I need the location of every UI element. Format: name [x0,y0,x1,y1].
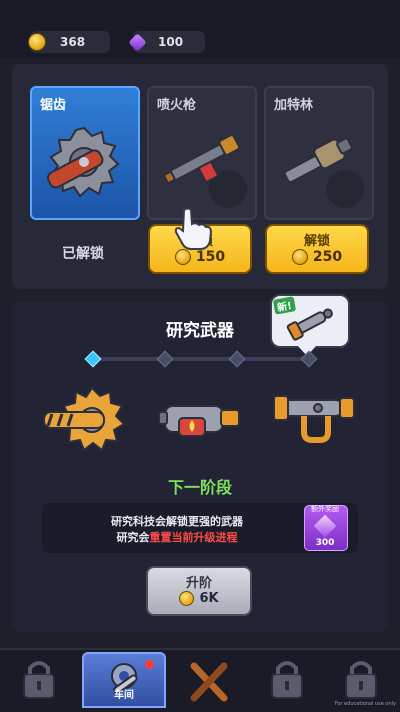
pointer-hand-icon [174,207,212,250]
coin-icon [28,33,46,51]
weapon-card-gatling[interactable]: 加特林 [264,86,374,220]
nav-tab-battle[interactable] [174,652,244,708]
unlocked-status: 已解锁 [62,246,104,262]
coin-counter: 368 [28,31,110,53]
research-info-line2: 研究会重置当前升级进程 [42,529,312,545]
gem-value: 100 [158,35,184,49]
coin-icon [174,249,191,265]
nav-tab-locked-1[interactable] [4,652,74,708]
nav-tab-workshop[interactable]: 车间 [82,652,166,708]
unlock-gatling-button[interactable]: 解锁 250 [265,224,369,274]
nav-label: 车间 [114,690,134,701]
bonus-label: 额外奖励 [311,505,339,513]
lock-icon [23,661,55,699]
unlock-price: 250 [312,249,343,265]
nav-tab-locked-2[interactable] [252,652,322,708]
upgrade-label: 升阶 [185,576,212,591]
weapon-card-saw[interactable]: 锯齿 [30,86,140,220]
research-raygun-icon [273,395,355,443]
coin-value: 368 [60,35,86,49]
research-info-line1: 研究科技会解锁更强的武器 [111,515,243,528]
research-flamethrower-icon [158,405,240,437]
educational-watermark: For educational use only [334,701,396,707]
info-prefix: 研究会 [116,531,150,544]
next-stage-label: 下一阶段 [167,478,232,497]
crossed-weapons-icon [190,662,228,702]
lock-icon [271,661,303,699]
bonus-value: 300 [315,538,335,548]
nav-tab-locked-3[interactable] [326,652,396,708]
coin-icon [179,591,195,606]
upgrade-price: 6K [199,591,219,606]
gem-counter: 100 [128,31,205,53]
reset-warning: 重置当前升级进程 [149,531,238,544]
unlock-price: 150 [195,249,226,265]
upgrade-button[interactable]: 升阶 6K [146,566,252,616]
weapon-card-flamethrower[interactable]: 喷火枪 [147,86,257,220]
saw-weapon-icon [46,126,120,198]
unlock-label: 解锁 [303,234,330,249]
notification-dot [145,660,154,669]
gatling-weapon-icon [283,137,353,184]
research-saw-icon [43,386,126,452]
coin-icon [291,249,308,265]
progress-track [92,357,308,361]
flamethrower-weapon-icon [162,134,241,185]
gem-icon [313,514,337,538]
lock-icon [345,661,377,699]
